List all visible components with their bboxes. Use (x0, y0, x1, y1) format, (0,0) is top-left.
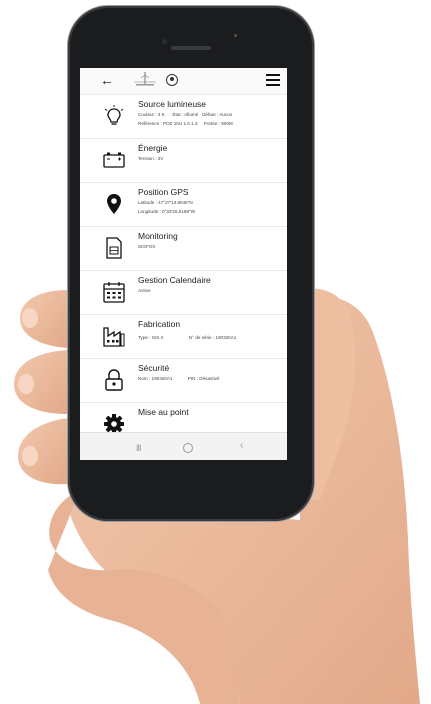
home-circle-icon[interactable] (183, 443, 193, 453)
user-circle-icon[interactable] (166, 74, 178, 86)
speaker-grille (171, 46, 211, 50)
app-bar: ← (80, 68, 287, 95)
row-detail: Référence : POZ 10U 1.0.1.3 Portée : 800… (138, 121, 233, 126)
list-item-securite[interactable]: Sécurité Nom : 190320A1 PIN : Désactivé (80, 359, 287, 403)
list-item-monitoring[interactable]: Monitoring SIGFOX (80, 227, 287, 271)
list-item-fabrication[interactable]: Fabrication Type : SIS-2 N° de série : 1… (80, 315, 287, 359)
row-detail: Longitude : 0°33'26.8168"W (138, 209, 195, 214)
row-detail: Type : SIS-2 N° de série : 190320A1 (138, 335, 237, 340)
app-logo (134, 72, 156, 86)
lock-icon (105, 369, 123, 391)
row-detail: Tension : 3V (138, 156, 164, 161)
sensor-dot (234, 34, 237, 37)
row-detail: Nom : 190320A1 PIN : Désactivé (138, 376, 220, 381)
camera-icon (162, 39, 167, 44)
info-list: Source lumineuse Couleur : 4 K État : Al… (80, 95, 287, 447)
list-item-energie[interactable]: Énergie Tension : 3V (80, 139, 287, 183)
list-item-gestion-calendaire[interactable]: Gestion Calendaire Active (80, 271, 287, 315)
battery-icon (103, 152, 125, 168)
row-title: Position GPS (138, 187, 189, 197)
lightbulb-icon (104, 105, 124, 125)
calendar-icon (103, 282, 125, 303)
row-title: Source lumineuse (138, 99, 207, 109)
sim-card-icon (106, 237, 122, 259)
row-detail: Couleur : 4 K État : Allumé Défaut : Auc… (138, 112, 233, 117)
list-item-source-lumineuse[interactable]: Source lumineuse Couleur : 4 K État : Al… (80, 95, 287, 139)
row-title: Sécurité (138, 363, 170, 373)
list-item-position-gps[interactable]: Position GPS Latitude : 47°27'13.8046"N … (80, 183, 287, 227)
row-detail: Active (138, 288, 151, 293)
row-title: Monitoring (138, 231, 178, 241)
phone-screen: ← Source lumineuse Couleur : 4 K État : … (80, 68, 287, 460)
row-detail: Latitude : 47°27'13.8046"N (138, 200, 193, 205)
recent-apps-button[interactable]: III (136, 443, 141, 453)
factory-icon (103, 327, 125, 347)
nav-back-button[interactable]: ‹ (240, 440, 243, 451)
arrow-left-icon[interactable]: ← (100, 71, 114, 89)
row-title: Énergie (138, 143, 168, 153)
android-navbar: III ‹ (80, 432, 287, 460)
row-title: Mise au point (138, 407, 189, 417)
hamburger-icon[interactable] (266, 74, 280, 86)
row-title: Gestion Calendaire (138, 275, 211, 285)
map-pin-icon (107, 194, 121, 214)
row-detail: SIGFOX (138, 244, 156, 249)
row-title: Fabrication (138, 319, 181, 329)
